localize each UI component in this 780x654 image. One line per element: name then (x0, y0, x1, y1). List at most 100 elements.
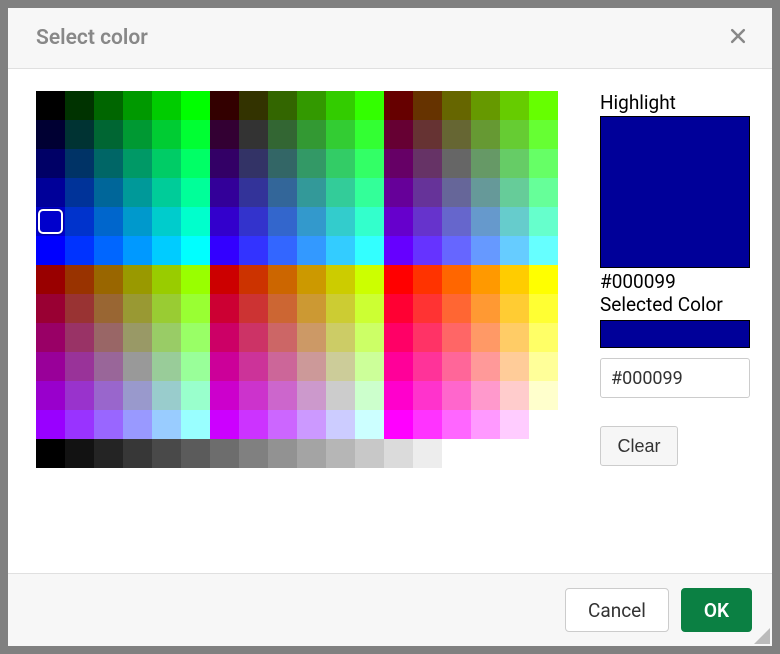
color-swatch[interactable] (500, 381, 529, 410)
color-swatch[interactable] (297, 352, 326, 381)
color-swatch[interactable] (529, 120, 558, 149)
color-swatch[interactable] (210, 381, 239, 410)
color-swatch[interactable] (413, 178, 442, 207)
color-swatch[interactable] (413, 265, 442, 294)
color-swatch[interactable] (355, 207, 384, 236)
color-swatch[interactable] (355, 323, 384, 352)
color-swatch[interactable] (529, 236, 558, 265)
color-swatch[interactable] (36, 294, 65, 323)
color-swatch[interactable] (297, 323, 326, 352)
color-swatch[interactable] (500, 120, 529, 149)
color-swatch[interactable] (239, 149, 268, 178)
color-swatch[interactable] (123, 120, 152, 149)
color-swatch[interactable] (210, 323, 239, 352)
color-swatch[interactable] (268, 207, 297, 236)
color-swatch[interactable] (500, 149, 529, 178)
color-swatch[interactable] (471, 265, 500, 294)
color-swatch[interactable] (36, 236, 65, 265)
color-swatch[interactable] (181, 381, 210, 410)
gray-swatch[interactable] (442, 439, 471, 468)
color-swatch[interactable] (181, 323, 210, 352)
color-swatch[interactable] (36, 120, 65, 149)
color-swatch[interactable] (471, 149, 500, 178)
color-swatch[interactable] (123, 381, 152, 410)
color-swatch[interactable] (326, 120, 355, 149)
color-swatch[interactable] (36, 381, 65, 410)
gray-swatch[interactable] (268, 439, 297, 468)
color-swatch[interactable] (442, 91, 471, 120)
color-swatch[interactable] (471, 294, 500, 323)
color-swatch[interactable] (297, 178, 326, 207)
color-swatch[interactable] (152, 207, 181, 236)
color-swatch[interactable] (471, 410, 500, 439)
color-swatch[interactable] (94, 120, 123, 149)
color-swatch[interactable] (529, 410, 558, 439)
color-swatch[interactable] (500, 323, 529, 352)
color-swatch[interactable] (297, 91, 326, 120)
color-swatch[interactable] (94, 294, 123, 323)
color-swatch[interactable] (297, 120, 326, 149)
color-swatch[interactable] (355, 381, 384, 410)
color-swatch[interactable] (181, 265, 210, 294)
color-swatch[interactable] (500, 265, 529, 294)
color-swatch[interactable] (442, 236, 471, 265)
color-swatch[interactable] (239, 410, 268, 439)
color-swatch[interactable] (413, 352, 442, 381)
color-swatch[interactable] (500, 352, 529, 381)
color-swatch[interactable] (94, 410, 123, 439)
color-swatch[interactable] (355, 91, 384, 120)
color-swatch[interactable] (152, 381, 181, 410)
color-swatch[interactable] (181, 352, 210, 381)
color-swatch[interactable] (239, 207, 268, 236)
color-swatch[interactable] (65, 381, 94, 410)
gray-swatch[interactable] (239, 439, 268, 468)
color-swatch[interactable] (152, 178, 181, 207)
color-swatch[interactable] (326, 236, 355, 265)
gray-swatch[interactable] (326, 439, 355, 468)
color-swatch[interactable] (413, 207, 442, 236)
color-swatch[interactable] (268, 381, 297, 410)
color-swatch[interactable] (326, 352, 355, 381)
color-swatch[interactable] (65, 265, 94, 294)
color-swatch[interactable] (442, 265, 471, 294)
color-swatch[interactable] (94, 352, 123, 381)
hex-input[interactable] (600, 358, 750, 398)
gray-swatch[interactable] (384, 439, 413, 468)
color-swatch[interactable] (384, 381, 413, 410)
color-swatch[interactable] (326, 265, 355, 294)
color-swatch[interactable] (123, 352, 152, 381)
color-swatch[interactable] (152, 294, 181, 323)
color-swatch[interactable] (297, 236, 326, 265)
color-swatch[interactable] (36, 91, 65, 120)
color-swatch[interactable] (413, 149, 442, 178)
color-swatch[interactable] (65, 120, 94, 149)
color-swatch[interactable] (152, 236, 181, 265)
color-swatch[interactable] (268, 91, 297, 120)
color-swatch[interactable] (94, 381, 123, 410)
color-swatch[interactable] (239, 381, 268, 410)
color-swatch[interactable] (123, 265, 152, 294)
color-swatch[interactable] (471, 120, 500, 149)
color-swatch[interactable] (268, 236, 297, 265)
close-button[interactable] (724, 24, 752, 52)
color-swatch[interactable] (181, 120, 210, 149)
color-swatch[interactable] (239, 178, 268, 207)
color-swatch[interactable] (471, 207, 500, 236)
color-swatch[interactable] (181, 236, 210, 265)
color-swatch[interactable] (65, 236, 94, 265)
gray-swatch[interactable] (210, 439, 239, 468)
color-swatch[interactable] (442, 323, 471, 352)
color-swatch[interactable] (210, 410, 239, 439)
gray-swatch[interactable] (123, 439, 152, 468)
color-swatch[interactable] (65, 323, 94, 352)
color-swatch[interactable] (326, 323, 355, 352)
color-swatch[interactable] (326, 207, 355, 236)
color-swatch[interactable] (268, 149, 297, 178)
color-swatch[interactable] (529, 381, 558, 410)
color-swatch[interactable] (36, 323, 65, 352)
cancel-button[interactable]: Cancel (565, 588, 669, 632)
gray-swatch[interactable] (152, 439, 181, 468)
color-swatch[interactable] (123, 294, 152, 323)
color-swatch[interactable] (326, 410, 355, 439)
color-swatch[interactable] (65, 178, 94, 207)
